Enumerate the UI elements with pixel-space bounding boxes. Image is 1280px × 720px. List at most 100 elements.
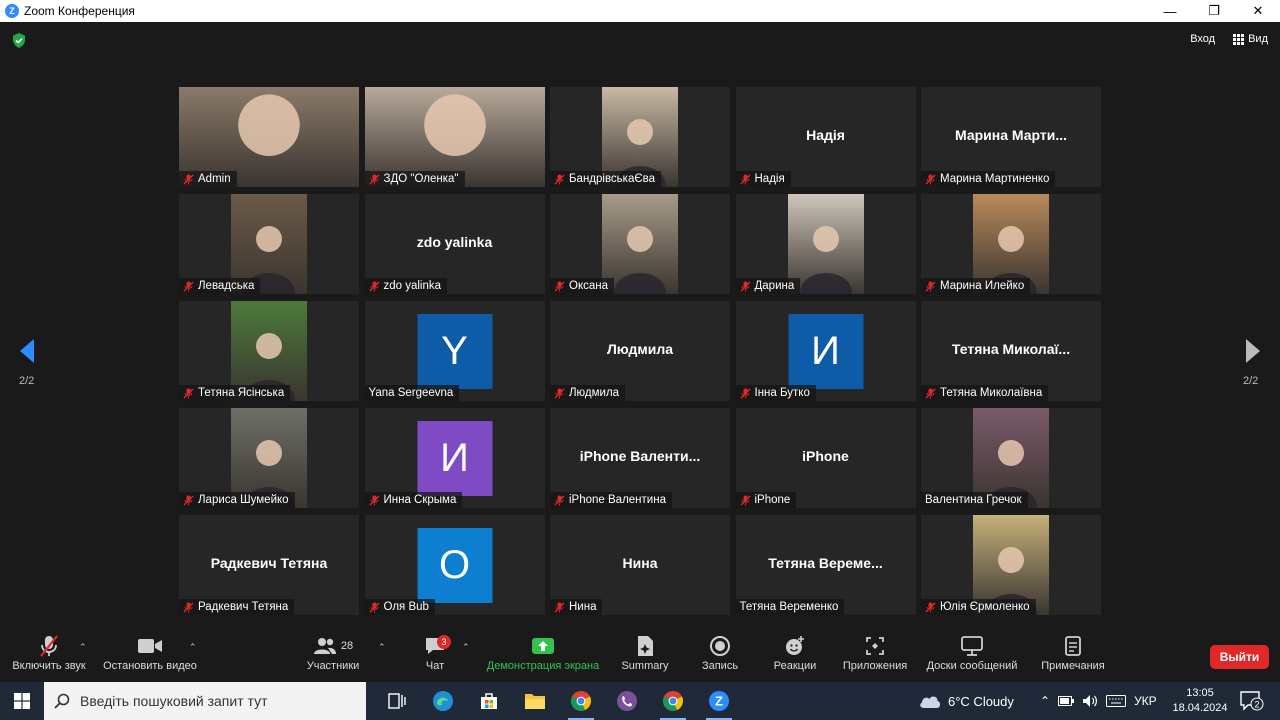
participant-tile[interactable]: zdo yalinka zdo yalinka xyxy=(364,194,545,294)
chrome-button-1[interactable] xyxy=(558,682,604,720)
participant-tile[interactable]: iPhone iPhone xyxy=(735,408,916,508)
previous-page-arrow-icon[interactable] xyxy=(18,338,36,364)
close-button[interactable]: ✕ xyxy=(1236,0,1280,22)
chat-options-caret-icon[interactable]: ⌃ xyxy=(462,642,470,653)
participant-tile[interactable]: Нина Нина xyxy=(550,515,730,615)
chrome-button-2[interactable] xyxy=(650,682,696,720)
participant-name: Нина xyxy=(569,601,597,613)
video-camera-icon xyxy=(138,639,162,653)
zoom-app-icon: Z xyxy=(709,691,729,711)
participant-tile[interactable]: БандрівськаЄва xyxy=(550,87,730,187)
file-explorer-button[interactable] xyxy=(512,682,558,720)
edge-browser-button[interactable] xyxy=(420,682,466,720)
participant-tile[interactable]: ЗДО "Оленка" xyxy=(364,87,545,187)
next-page-arrow-icon[interactable] xyxy=(1244,338,1262,364)
video-options-caret-icon[interactable]: ⌃ xyxy=(189,642,197,653)
zoom-logo-icon: Z xyxy=(5,4,19,18)
participant-tile[interactable]: Валентина Гречок xyxy=(921,408,1101,508)
participant-tile[interactable]: Марина Марти... Марина Мартиненко xyxy=(921,87,1101,187)
security-shield-icon[interactable] xyxy=(12,33,26,48)
notes-button[interactable]: Примечания xyxy=(1036,632,1110,682)
participants-count: 28 xyxy=(340,640,354,652)
battery-icon[interactable] xyxy=(1058,696,1075,706)
maximize-button[interactable]: ❐ xyxy=(1192,0,1236,22)
muted-mic-icon xyxy=(925,388,936,398)
participant-name-label: Людмила xyxy=(550,385,626,401)
record-label: Запись xyxy=(701,660,739,672)
participant-tile[interactable]: Лариса Шумейко xyxy=(179,408,359,508)
summary-button[interactable]: Summary xyxy=(616,632,674,682)
reactions-button[interactable]: Реакции xyxy=(766,632,824,682)
participants-options-caret-icon[interactable]: ⌃ xyxy=(378,642,386,653)
participant-name-label: Тетяна Веременко xyxy=(735,599,845,615)
participant-name: Лариса Шумейко xyxy=(198,494,289,506)
muted-mic-icon xyxy=(925,281,936,291)
participant-tile[interactable]: Y Yana Sergeevna xyxy=(364,301,545,401)
participants-label: Участники xyxy=(306,660,360,672)
participant-name-label: Yana Sergeevna xyxy=(364,385,460,401)
minimize-button[interactable]: — xyxy=(1148,0,1192,22)
participant-tile[interactable]: И Инна Скрыма xyxy=(364,408,545,508)
chat-button[interactable]: 3 Чат xyxy=(410,632,460,682)
participant-name-label: Юлія Єрмоленко xyxy=(921,599,1036,615)
volume-icon[interactable] xyxy=(1082,694,1098,708)
notification-center-icon[interactable]: 2 xyxy=(1240,691,1264,711)
page-indicator-right: 2/2 xyxy=(1243,375,1259,387)
participant-tile[interactable]: О Оля Bub xyxy=(364,515,545,615)
start-button[interactable] xyxy=(0,682,44,720)
keyboard-icon[interactable] xyxy=(1106,695,1127,707)
folder-icon xyxy=(525,694,545,709)
participants-button[interactable]: 28 Участники xyxy=(296,632,370,682)
participant-tile[interactable]: Левадська xyxy=(179,194,359,294)
stop-video-button[interactable]: Остановить видео xyxy=(100,632,200,682)
participant-tile[interactable]: Юлія Єрмоленко xyxy=(921,515,1101,615)
share-screen-button[interactable]: Демонстрация экрана xyxy=(484,632,602,682)
leave-meeting-button[interactable]: Выйти xyxy=(1210,645,1269,669)
muted-mic-icon xyxy=(183,174,194,184)
participant-tile[interactable]: iPhone Валенти... iPhone Валентина xyxy=(550,408,730,508)
enter-button[interactable]: Вход xyxy=(1190,33,1215,45)
participant-display-name: Надія xyxy=(806,127,845,143)
participant-tile[interactable]: Радкевич Тетяна Радкевич Тетяна xyxy=(179,515,359,615)
participant-display-name: iPhone Валенти... xyxy=(579,448,701,464)
tray-expand-icon[interactable]: ⌃ xyxy=(1040,694,1050,708)
taskbar-search-box[interactable]: Введіть пошуковий запит тут xyxy=(44,682,366,720)
participant-tile[interactable]: Тетяна Миколаї... Тетяна Миколаївна xyxy=(921,301,1101,401)
store-button[interactable] xyxy=(466,682,512,720)
participant-name-label: Admin xyxy=(179,171,237,187)
view-button[interactable]: Вид xyxy=(1233,33,1268,45)
summary-icon xyxy=(638,636,653,656)
participant-tile[interactable]: Оксана xyxy=(550,194,730,294)
participant-tile[interactable]: И Інна Бутко xyxy=(735,301,916,401)
participant-tile[interactable]: Admin xyxy=(179,87,359,187)
svg-text:Z: Z xyxy=(715,694,723,709)
participant-avatar: И xyxy=(417,421,492,496)
participant-tile[interactable]: Надія Надія xyxy=(735,87,916,187)
record-button[interactable]: Запись xyxy=(694,632,746,682)
taskbar-clock[interactable]: 13:05 18.04.2024 xyxy=(1170,686,1230,716)
window-titlebar: Z Zoom Конференция — ❐ ✕ xyxy=(0,0,1280,22)
participant-tile[interactable]: Тетяна Вереме... Тетяна Веременко xyxy=(735,515,916,615)
participant-tile[interactable]: Тетяна Ясінська xyxy=(179,301,359,401)
language-indicator[interactable]: УКР xyxy=(1134,694,1157,708)
unmute-button[interactable]: Включить звук xyxy=(8,632,90,682)
search-icon xyxy=(54,693,70,709)
muted-mic-icon xyxy=(740,281,750,291)
page-indicator-left: 2/2 xyxy=(19,375,35,387)
participant-tile[interactable]: Дарина xyxy=(735,194,916,294)
video-gallery-grid: Admin ЗДО "Оленка" БандрівськаЄва Надія Наді… xyxy=(179,87,1101,615)
task-view-icon xyxy=(388,693,406,709)
chrome-icon xyxy=(571,691,591,711)
participant-name: Валентина Гречок xyxy=(925,494,1022,506)
audio-options-caret-icon[interactable]: ⌃ xyxy=(79,642,87,653)
zoom-taskbar-button[interactable]: Z xyxy=(696,682,742,720)
apps-button[interactable]: Приложения xyxy=(838,632,912,682)
task-view-button[interactable] xyxy=(374,682,420,720)
whiteboards-label: Доски сообщений xyxy=(926,660,1018,672)
weather-widget[interactable]: 6°C Cloudy xyxy=(918,682,1014,720)
participant-tile[interactable]: Марина Илейко xyxy=(921,194,1101,294)
viber-button[interactable] xyxy=(604,682,650,720)
participant-tile[interactable]: Людмила Людмила xyxy=(550,301,730,401)
whiteboards-button[interactable]: Доски сообщений xyxy=(920,632,1024,682)
participant-name: Левадська xyxy=(198,280,255,292)
